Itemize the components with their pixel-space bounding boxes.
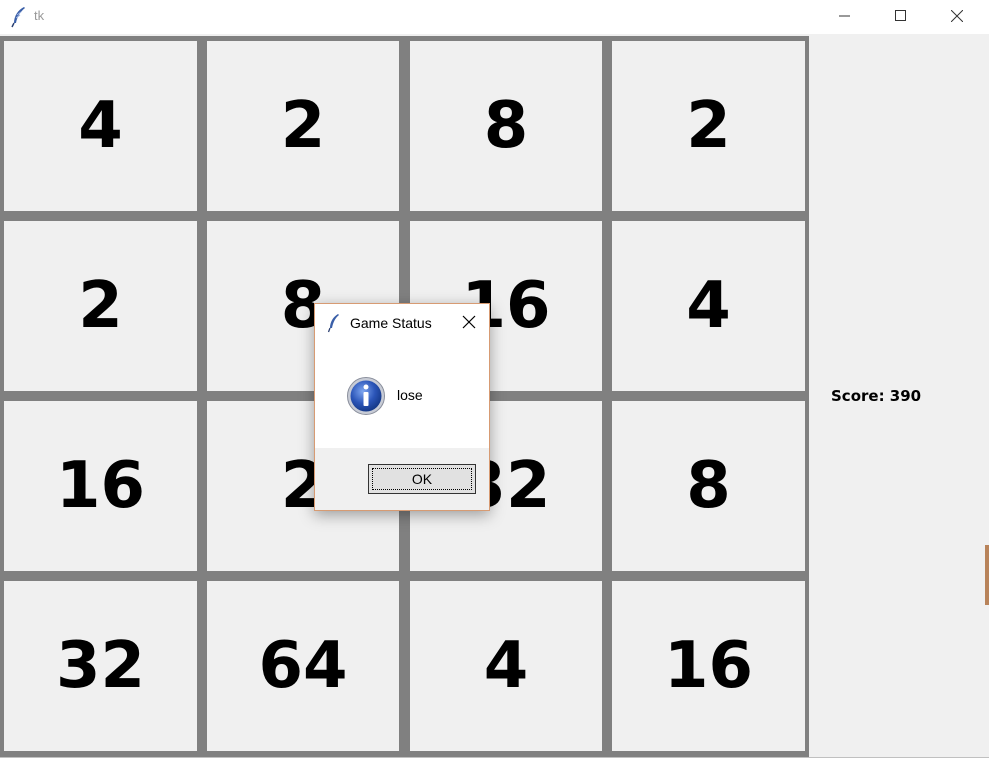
close-button[interactable]: [929, 0, 985, 32]
maximize-button[interactable]: [873, 0, 929, 32]
background-window-edge: [985, 545, 989, 605]
close-icon: [462, 315, 476, 329]
game-window: tk 4 2 8 2 2 8 16 4 16 2 32 8 32 64 4 16…: [0, 0, 989, 763]
maximize-icon: [895, 10, 906, 21]
tile: 2: [612, 41, 805, 211]
game-status-dialog: Game Status lose OK: [314, 303, 490, 511]
tile: 2: [207, 41, 399, 211]
tile: 2: [4, 221, 197, 391]
feather-icon: [327, 314, 339, 333]
ok-button-label: OK: [411, 471, 433, 487]
tile: 4: [612, 221, 805, 391]
tile: 8: [612, 401, 805, 571]
dialog-message: lose: [397, 387, 423, 403]
score-label: Score: 390: [831, 387, 922, 405]
window-bottom-border: [0, 757, 989, 763]
title-bar[interactable]: tk: [0, 0, 989, 34]
dialog-close-button[interactable]: [459, 312, 479, 332]
minimize-icon: [839, 15, 850, 17]
tile: 16: [4, 401, 197, 571]
info-icon: [347, 377, 385, 415]
tile: 64: [207, 581, 399, 751]
tile: 4: [4, 41, 197, 211]
window-title: tk: [34, 8, 45, 23]
tile: 8: [410, 41, 602, 211]
dialog-title: Game Status: [350, 315, 432, 331]
ok-button[interactable]: OK: [368, 464, 476, 494]
tile: 16: [612, 581, 805, 751]
tile: 32: [4, 581, 197, 751]
close-icon: [951, 10, 963, 22]
feather-icon: [11, 7, 25, 28]
dialog-footer: OK: [315, 448, 489, 510]
minimize-button[interactable]: [817, 0, 873, 32]
tile: 4: [410, 581, 602, 751]
